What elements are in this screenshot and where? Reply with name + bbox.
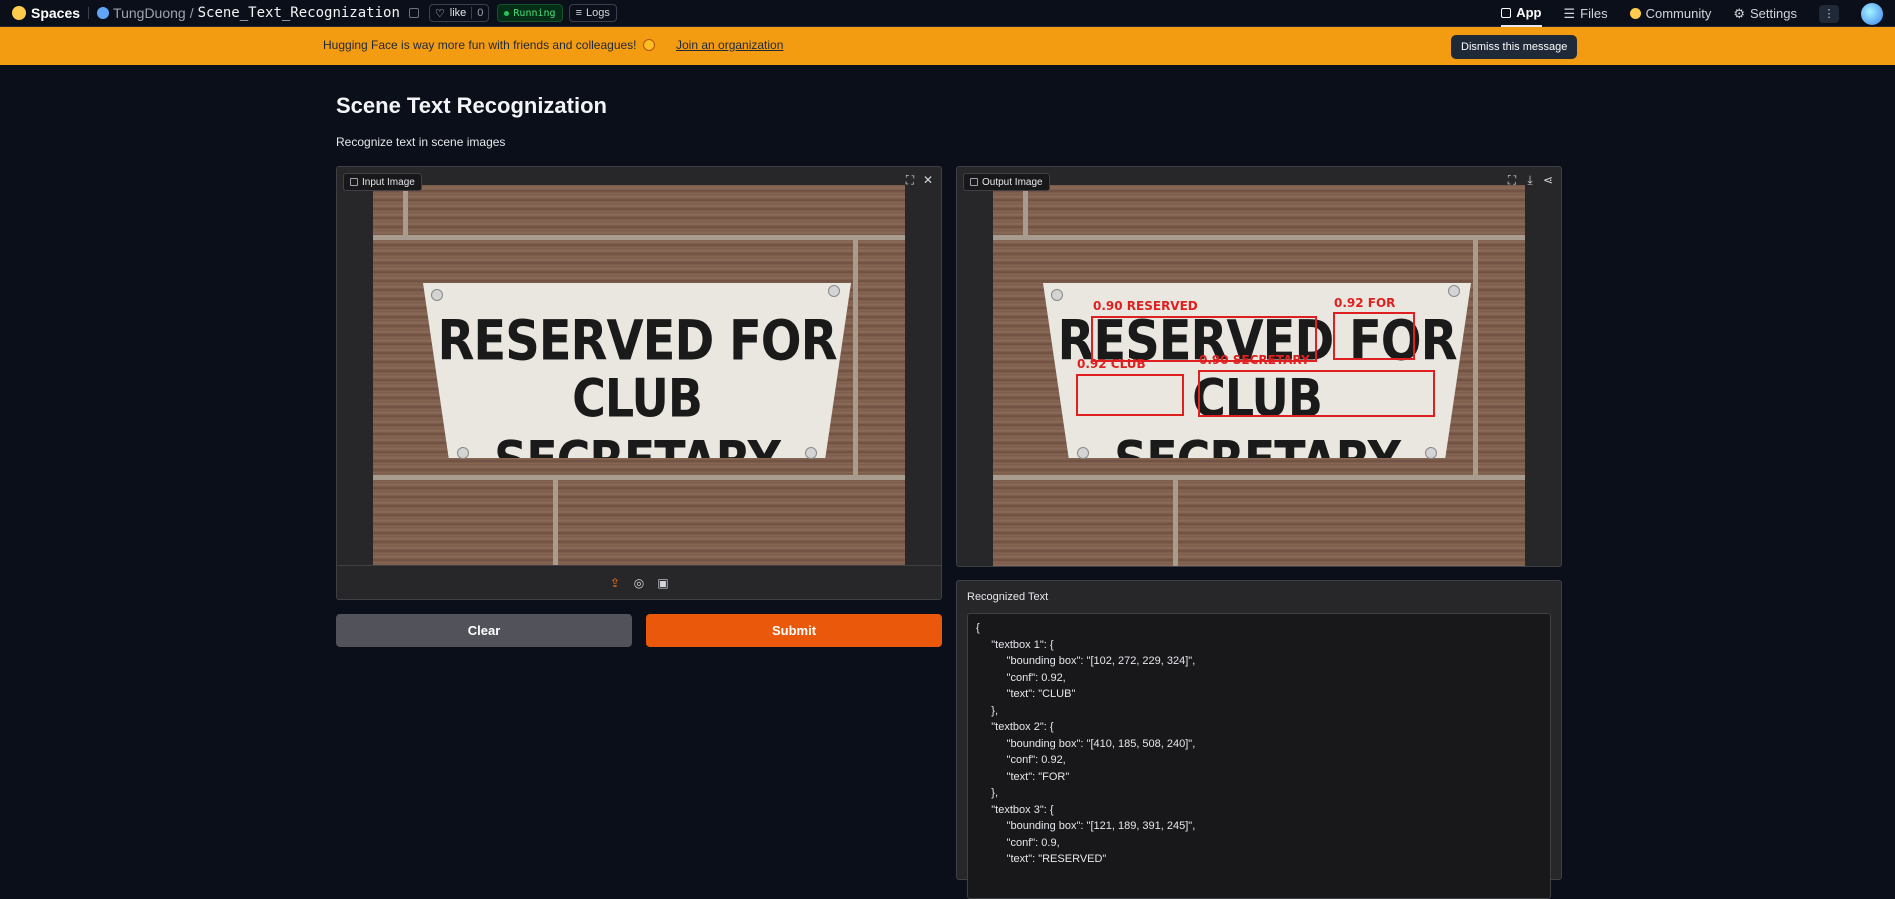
owner-avatar: [97, 7, 110, 19]
webcam-icon[interactable]: ◎: [632, 576, 646, 590]
detection-box-secretary: [1198, 370, 1435, 417]
top-nav: Spaces TungDuong / Scene_Text_Recognizat…: [0, 0, 1895, 27]
org-banner: Hugging Face is way more fun with friend…: [0, 27, 1895, 65]
page-title: Scene Text Recognization: [336, 93, 607, 118]
banner-text: Hugging Face is way more fun with friend…: [323, 38, 637, 52]
banner-message: Hugging Face is way more fun with friend…: [323, 38, 655, 52]
like-button[interactable]: ♡ like 0: [428, 4, 490, 22]
detection-label: 0.92 CLUB: [1077, 357, 1146, 371]
tab-community[interactable]: Community: [1629, 0, 1712, 27]
status-badge[interactable]: Running: [497, 4, 563, 22]
share-icon[interactable]: ⋖: [1539, 171, 1557, 189]
sign: RESERVED FOR CLUB SECRETARY: [423, 283, 851, 458]
space-tabs: App ☰ Files Community ⚙ Settings ⋮: [1501, 0, 1883, 27]
gear-icon: ⚙: [1733, 5, 1746, 21]
upload-icon[interactable]: ⇪: [608, 576, 622, 590]
input-image-label: Input Image: [343, 173, 422, 191]
logs-label: Logs: [585, 7, 610, 19]
status-label: Running: [513, 7, 556, 19]
detection-box-for: [1333, 312, 1415, 360]
output-image-panel: RESERVED FOR CLUB SECRETARY 0.90 RESERVE…: [956, 166, 1562, 567]
breadcrumb-separator: /: [189, 5, 194, 21]
detection-label: 0.90 SECRETARY: [1199, 353, 1310, 367]
clear-button[interactable]: Clear: [336, 614, 632, 647]
sign-line-1: RESERVED FOR: [437, 308, 837, 374]
brick-wall-image: RESERVED FOR CLUB SECRETARY: [373, 185, 905, 566]
smiley-icon: [642, 39, 655, 51]
hugging-face-icon: [12, 6, 26, 20]
recognized-text-output[interactable]: { "textbox 1": { "bounding box": "[102, …: [967, 613, 1551, 899]
heart-icon: ♡: [434, 7, 445, 20]
detection-label: 0.92 FOR: [1334, 296, 1396, 310]
tab-settings-label: Settings: [1750, 6, 1797, 21]
files-icon: ☰: [1563, 5, 1576, 21]
input-image-label-text: Input Image: [362, 176, 415, 188]
copy-icon[interactable]: [408, 8, 419, 18]
page-description: Recognize text in scene images: [336, 135, 506, 149]
app-icon: [1501, 7, 1512, 18]
sign-line-2: CLUB SECRETARY: [494, 366, 781, 492]
tab-app-label: App: [1516, 5, 1542, 20]
detection-label: 0.90 RESERVED: [1093, 299, 1198, 313]
tab-app[interactable]: App: [1501, 0, 1542, 27]
logs-button[interactable]: ≡ Logs: [568, 4, 617, 22]
close-icon[interactable]: ✕: [919, 171, 937, 189]
space-name-link[interactable]: Scene_Text_Recognization: [198, 5, 400, 21]
logs-icon: ≡: [575, 7, 582, 19]
join-organization-link[interactable]: Join an organization: [676, 38, 783, 52]
brand-label: Spaces: [31, 5, 81, 21]
tab-files-label: Files: [1580, 6, 1608, 21]
dismiss-button[interactable]: Dismiss this message: [1451, 35, 1578, 59]
output-image-label-text: Output Image: [982, 176, 1043, 188]
owner-link[interactable]: TungDuong: [113, 5, 186, 21]
image-icon: [350, 178, 358, 186]
input-image-panel: RESERVED FOR CLUB SECRETARY Input Image …: [336, 166, 942, 600]
output-image: RESERVED FOR CLUB SECRETARY 0.90 RESERVE…: [993, 185, 1525, 566]
space-breadcrumb: TungDuong / Scene_Text_Recognization: [97, 5, 419, 21]
like-count: 0: [471, 7, 488, 19]
user-avatar[interactable]: [1861, 2, 1883, 25]
more-options-button[interactable]: ⋮: [1819, 4, 1839, 23]
submit-button[interactable]: Submit: [646, 614, 942, 647]
like-label: like: [449, 7, 467, 19]
tab-files[interactable]: ☰ Files: [1564, 0, 1608, 27]
fullscreen-icon[interactable]: ⛶: [1503, 171, 1521, 189]
output-image-label: Output Image: [963, 173, 1050, 191]
clipboard-icon[interactable]: ▣: [656, 576, 670, 590]
detection-box-club: [1076, 374, 1184, 416]
community-icon: [1629, 8, 1641, 19]
input-image[interactable]: RESERVED FOR CLUB SECRETARY: [373, 185, 905, 566]
image-icon: [970, 178, 978, 186]
spaces-logo[interactable]: Spaces: [12, 5, 80, 21]
download-icon[interactable]: ⤓: [1521, 171, 1539, 189]
tab-community-label: Community: [1645, 6, 1712, 21]
fullscreen-icon[interactable]: ⛶: [901, 171, 919, 189]
status-dot-icon: [504, 10, 510, 16]
recognized-text-panel: Recognized Text { "textbox 1": { "boundi…: [956, 580, 1562, 899]
divider: [88, 7, 90, 19]
tab-settings[interactable]: ⚙ Settings: [1733, 0, 1797, 27]
recognized-text-label: Recognized Text: [967, 591, 1049, 603]
brick-wall-image: RESERVED FOR CLUB SECRETARY 0.90 RESERVE…: [993, 185, 1525, 566]
image-source-bar: ⇪ ◎ ▣: [337, 565, 941, 599]
